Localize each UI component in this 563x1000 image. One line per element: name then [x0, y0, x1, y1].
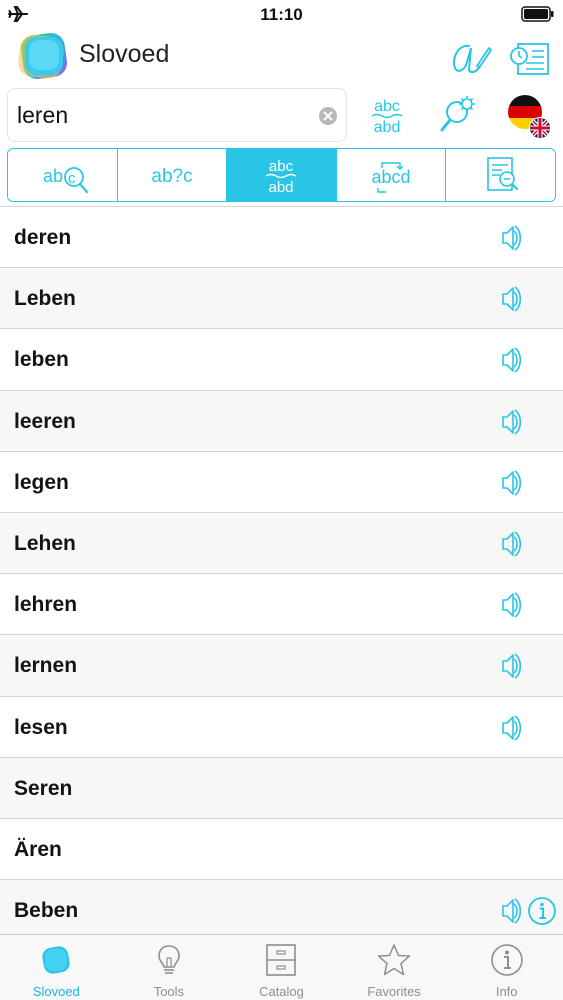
word-row[interactable]: lesen [0, 696, 563, 758]
speaker-icon[interactable] [492, 342, 528, 378]
app-title: Slovoed [79, 40, 170, 68]
search-box [7, 88, 347, 142]
tab-label: Slovoed [32, 984, 80, 999]
svg-text:abc: abc [269, 158, 294, 175]
word-label: deren [14, 226, 72, 249]
svg-text:abd: abd [269, 179, 294, 196]
svg-text:abc: abc [374, 98, 400, 115]
word-row[interactable]: lernen [0, 635, 563, 697]
word-row[interactable]: Ären [0, 818, 563, 881]
speaker-icon[interactable] [492, 587, 528, 623]
word-label: Beben [14, 899, 79, 923]
fuzzy-search-mode-icon: abc abd [266, 158, 297, 196]
clear-icon[interactable] [318, 106, 338, 126]
word-label: leben [14, 348, 69, 372]
speaker-icon[interactable] [492, 526, 528, 562]
wildcard-search-icon: ab c [43, 166, 89, 194]
speaker-icon[interactable] [492, 220, 528, 256]
word-row[interactable]: Seren [0, 757, 563, 819]
tab-favorites[interactable]: Favorites [338, 935, 451, 1000]
mode-pattern-search[interactable]: ab?c [117, 149, 228, 201]
app-header: Slovoed [0, 28, 563, 84]
pattern-search-icon: ab?c [151, 166, 192, 187]
word-label: lesen [14, 715, 68, 739]
search-row: abc abd [0, 88, 563, 144]
word-row[interactable]: Lehen [0, 512, 563, 575]
speaker-icon[interactable] [492, 648, 528, 684]
mode-wildcard-search[interactable]: ab c [8, 149, 118, 201]
word-row[interactable]: leben [0, 329, 563, 391]
status-bar: 11:10 [0, 0, 563, 28]
tab-catalog[interactable]: Catalog [225, 935, 338, 1000]
tab-label: Tools [153, 984, 185, 999]
svg-text:abcd: abcd [372, 167, 411, 187]
svg-text:c: c [68, 170, 76, 187]
word-list: deren Leben leben leeren legen Lehen lehren ler… [0, 206, 563, 934]
svg-text:ab?c: ab?c [151, 166, 192, 187]
tab-info[interactable]: Info [450, 935, 563, 1000]
tab-label: Favorites [367, 984, 421, 999]
word-row[interactable]: Leben [0, 268, 563, 330]
anagram-search-icon: abcd [372, 162, 411, 193]
speaker-icon[interactable] [492, 404, 528, 440]
star-icon [377, 944, 411, 976]
word-label: lernen [14, 654, 78, 678]
search-mode-bar: ab c ab?c abc abd abcd [7, 148, 556, 202]
search-input[interactable] [17, 98, 307, 132]
word-label: Leben [14, 287, 76, 311]
word-row[interactable]: lehren [0, 574, 563, 636]
search-settings-button[interactable] [436, 90, 486, 140]
language-switch-button[interactable] [503, 90, 553, 140]
lightbulb-icon [158, 945, 180, 974]
info-icon [490, 944, 523, 976]
mode-fulltext-search[interactable] [446, 149, 555, 201]
word-row[interactable]: legen [0, 451, 563, 513]
settings-search-icon [440, 96, 475, 132]
catalog-icon [266, 944, 297, 976]
word-label: lehren [14, 593, 78, 617]
fulltext-search-icon [486, 157, 518, 191]
speaker-icon[interactable] [492, 465, 528, 501]
handwriting-icon [453, 44, 492, 74]
tab-slovoed[interactable]: Slovoed [0, 935, 113, 1000]
language-flag-icon [508, 95, 551, 139]
word-label: legen [14, 470, 69, 494]
tab-bar: Slovoed Tools Catalog Favorites Info [0, 934, 563, 1000]
word-label: Lehen [14, 531, 76, 555]
handwriting-button[interactable] [447, 36, 493, 80]
history-button[interactable] [506, 36, 552, 80]
history-icon [510, 43, 549, 75]
slovoed-logo-icon [18, 32, 68, 80]
speaker-icon[interactable] [492, 893, 528, 929]
speaker-icon[interactable] [492, 710, 528, 746]
tab-label: Info [495, 984, 518, 999]
word-label: Seren [14, 776, 73, 800]
word-row[interactable]: deren [0, 207, 563, 269]
word-row[interactable]: leeren [0, 390, 563, 452]
fuzzy-search-icon: abc abd [371, 98, 403, 136]
mode-fuzzy-search[interactable]: abc abd [227, 149, 337, 201]
tab-tools[interactable]: Tools [113, 935, 226, 1000]
battery-icon [521, 6, 554, 22]
mode-anagram-search[interactable]: abcd [336, 149, 447, 201]
word-row[interactable]: Beben [0, 880, 563, 934]
svg-text:abd: abd [374, 119, 401, 136]
speaker-icon[interactable] [492, 281, 528, 317]
status-time: 11:10 [260, 5, 303, 24]
word-info-icon[interactable] [527, 896, 557, 926]
word-label: leeren [14, 409, 76, 433]
word-label: Ären [14, 837, 62, 861]
fuzzy-search-button[interactable]: abc abd [362, 90, 412, 140]
svg-text:ab: ab [43, 166, 63, 186]
slovoed-tab-icon [42, 946, 70, 974]
tab-label: Catalog [259, 984, 304, 999]
